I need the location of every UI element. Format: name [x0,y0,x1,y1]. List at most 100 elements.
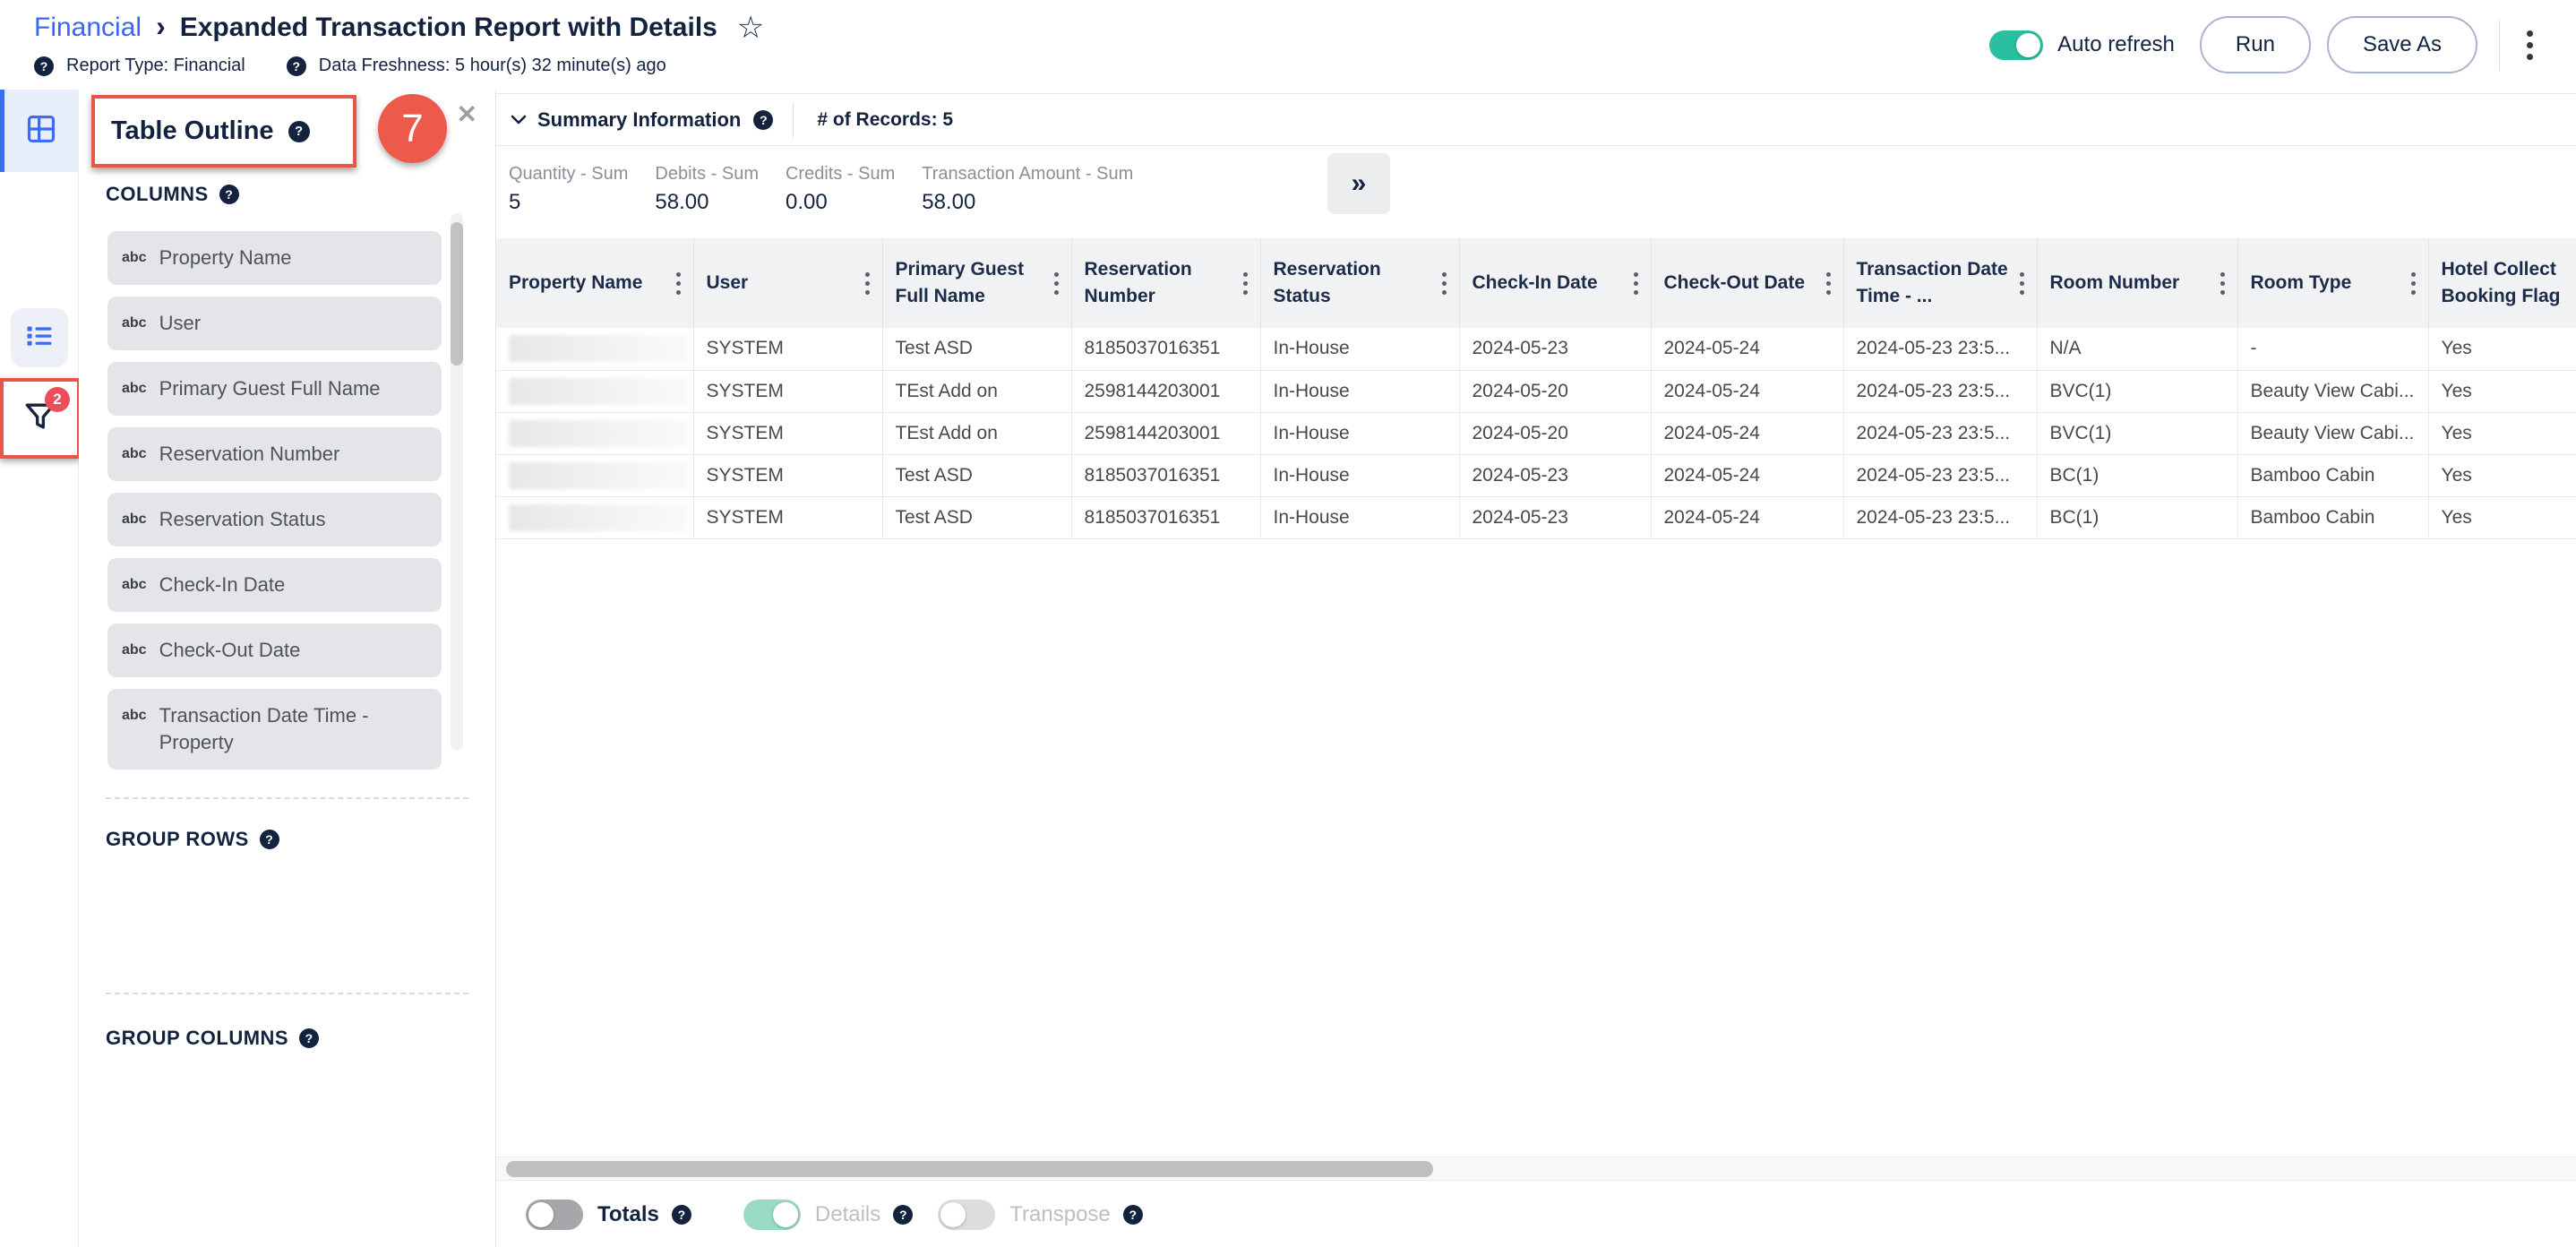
redacted-cell [496,412,693,454]
auto-refresh-toggle[interactable] [1989,30,2043,60]
header-transaction-date-time[interactable]: Transaction Date Time - ... [1843,238,2037,328]
chip-label: Check-In Date [159,572,286,598]
close-icon[interactable]: ✕ [457,102,477,127]
list-icon [23,320,56,357]
column-chip-user[interactable]: abcUser [107,297,442,350]
header-room-number[interactable]: Room Number [2037,238,2237,328]
cell: 2024-05-20 [1459,412,1651,454]
cell: N/A [2037,328,2237,370]
metric-credits-sum: Credits - Sum 0.00 [786,164,895,215]
redacted-value [509,462,688,489]
column-menu-icon[interactable] [1240,269,1251,298]
column-menu-icon[interactable] [673,269,684,298]
chevron-down-icon[interactable] [511,115,527,125]
table-row: SYSTEM Test ASD 8185037016351 In-House 2… [496,454,2576,496]
column-chip-check-in-date[interactable]: abcCheck-In Date [107,558,442,612]
cell: Yes [2428,454,2576,496]
cell: 2024-05-24 [1651,370,1843,412]
column-chip-primary-guest-full-name[interactable]: abcPrimary Guest Full Name [107,362,442,416]
cell: BC(1) [2037,496,2237,538]
help-icon[interactable]: ? [219,185,239,204]
cell: Yes [2428,328,2576,370]
cell: 2024-05-23 23:5... [1843,412,2037,454]
metric-label: Credits - Sum [786,164,895,185]
summary-metrics: Quantity - Sum 5 Debits - Sum 58.00 Cred… [496,146,2576,231]
transpose-toggle[interactable] [938,1200,995,1230]
horizontal-scrollbar-thumb[interactable] [506,1161,1433,1177]
column-chip-property-name[interactable]: abcProperty Name [107,231,442,285]
redacted-cell [496,370,693,412]
expand-summary-button[interactable]: » [1327,153,1390,214]
toggle-knob [773,1202,798,1227]
column-chip-reservation-number[interactable]: abcReservation Number [107,427,442,481]
columns-label-text: COLUMNS [106,183,209,206]
rail-item-filters[interactable]: 2 [0,378,81,459]
summary-title: Summary Information [537,108,741,132]
header-room-type[interactable]: Room Type [2237,238,2428,328]
rail-item-list[interactable] [11,308,68,367]
icon-rail: 2 [0,90,79,1247]
totals-toggle[interactable] [526,1200,583,1230]
column-chip-transaction-date-time-property[interactable]: abcTransaction Date Time - Property [107,689,442,770]
help-icon[interactable]: ? [260,830,279,849]
favorite-star-icon[interactable]: ☆ [737,13,764,43]
column-chip-reservation-status[interactable]: abcReservation Status [107,493,442,546]
column-menu-icon[interactable] [1823,269,1834,298]
cell: 8185037016351 [1071,496,1260,538]
save-as-button[interactable]: Save As [2327,16,2477,73]
header-property-name[interactable]: Property Name [496,238,693,328]
table-row: SYSTEM TEst Add on 2598144203001 In-Hous… [496,412,2576,454]
table-row: SYSTEM Test ASD 8185037016351 In-House 2… [496,496,2576,538]
column-menu-icon[interactable] [2217,269,2228,298]
cell: Yes [2428,412,2576,454]
cell: 2024-05-23 [1459,328,1651,370]
column-menu-icon[interactable] [2016,269,2028,298]
header-primary-guest-full-name[interactable]: Primary Guest Full Name [882,238,1071,328]
column-chip-check-out-date[interactable]: abcCheck-Out Date [107,624,442,677]
column-menu-icon[interactable] [1630,269,1642,298]
header-reservation-number[interactable]: Reservation Number [1071,238,1260,328]
run-button[interactable]: Run [2200,16,2311,73]
redacted-value [509,335,688,362]
metric-value: 58.00 [922,190,1133,215]
more-options-kebab-icon[interactable] [2520,23,2540,67]
help-icon[interactable]: ? [1123,1205,1143,1225]
column-menu-icon[interactable] [1438,269,1450,298]
cell: 2024-05-23 23:5... [1843,328,2037,370]
help-icon[interactable]: ? [299,1028,319,1048]
cell: Beauty View Cabi... [2237,412,2428,454]
cell: 2024-05-23 [1459,496,1651,538]
header-check-out-date[interactable]: Check-Out Date [1651,238,1843,328]
help-icon[interactable]: ? [287,56,306,76]
panel-header: Table Outline ? 7 ✕ [79,90,495,183]
cell: 8185037016351 [1071,454,1260,496]
header-reservation-status[interactable]: Reservation Status [1260,238,1459,328]
help-icon[interactable]: ? [893,1205,913,1225]
help-icon[interactable]: ? [753,110,773,130]
header-hotel-collect-booking-flag[interactable]: Hotel Collect Booking Flag [2428,238,2576,328]
table-options-bar: Totals ? Details ? Transpose ? [496,1188,1143,1242]
cell: SYSTEM [693,454,882,496]
help-icon[interactable]: ? [672,1205,691,1225]
table-row: SYSTEM Test ASD 8185037016351 In-House 2… [496,328,2576,370]
filter-count-badge: 2 [45,387,70,412]
columns-list: abcProperty Name abcUser abcPrimary Gues… [79,206,495,797]
breadcrumb-link-financial[interactable]: Financial [34,13,142,43]
metric-label: Quantity - Sum [509,164,628,185]
rail-item-table-outline[interactable] [0,90,78,172]
help-icon[interactable]: ? [288,121,310,142]
cell: 2024-05-24 [1651,496,1843,538]
group-rows-label-text: GROUP ROWS [106,828,249,851]
metric-label: Debits - Sum [655,164,759,185]
data-freshness-label: Data Freshness: 5 hour(s) 32 minute(s) a… [319,56,666,76]
panel-scrollbar-thumb[interactable] [451,222,463,366]
column-menu-icon[interactable] [2408,269,2419,298]
details-toggle[interactable] [743,1200,801,1230]
column-menu-icon[interactable] [1051,269,1062,298]
chip-label: Reservation Number [159,441,340,468]
column-menu-icon[interactable] [862,269,873,298]
help-icon[interactable]: ? [34,56,54,76]
transpose-label: Transpose [1009,1202,1111,1227]
header-user[interactable]: User [693,238,882,328]
header-check-in-date[interactable]: Check-In Date [1459,238,1651,328]
